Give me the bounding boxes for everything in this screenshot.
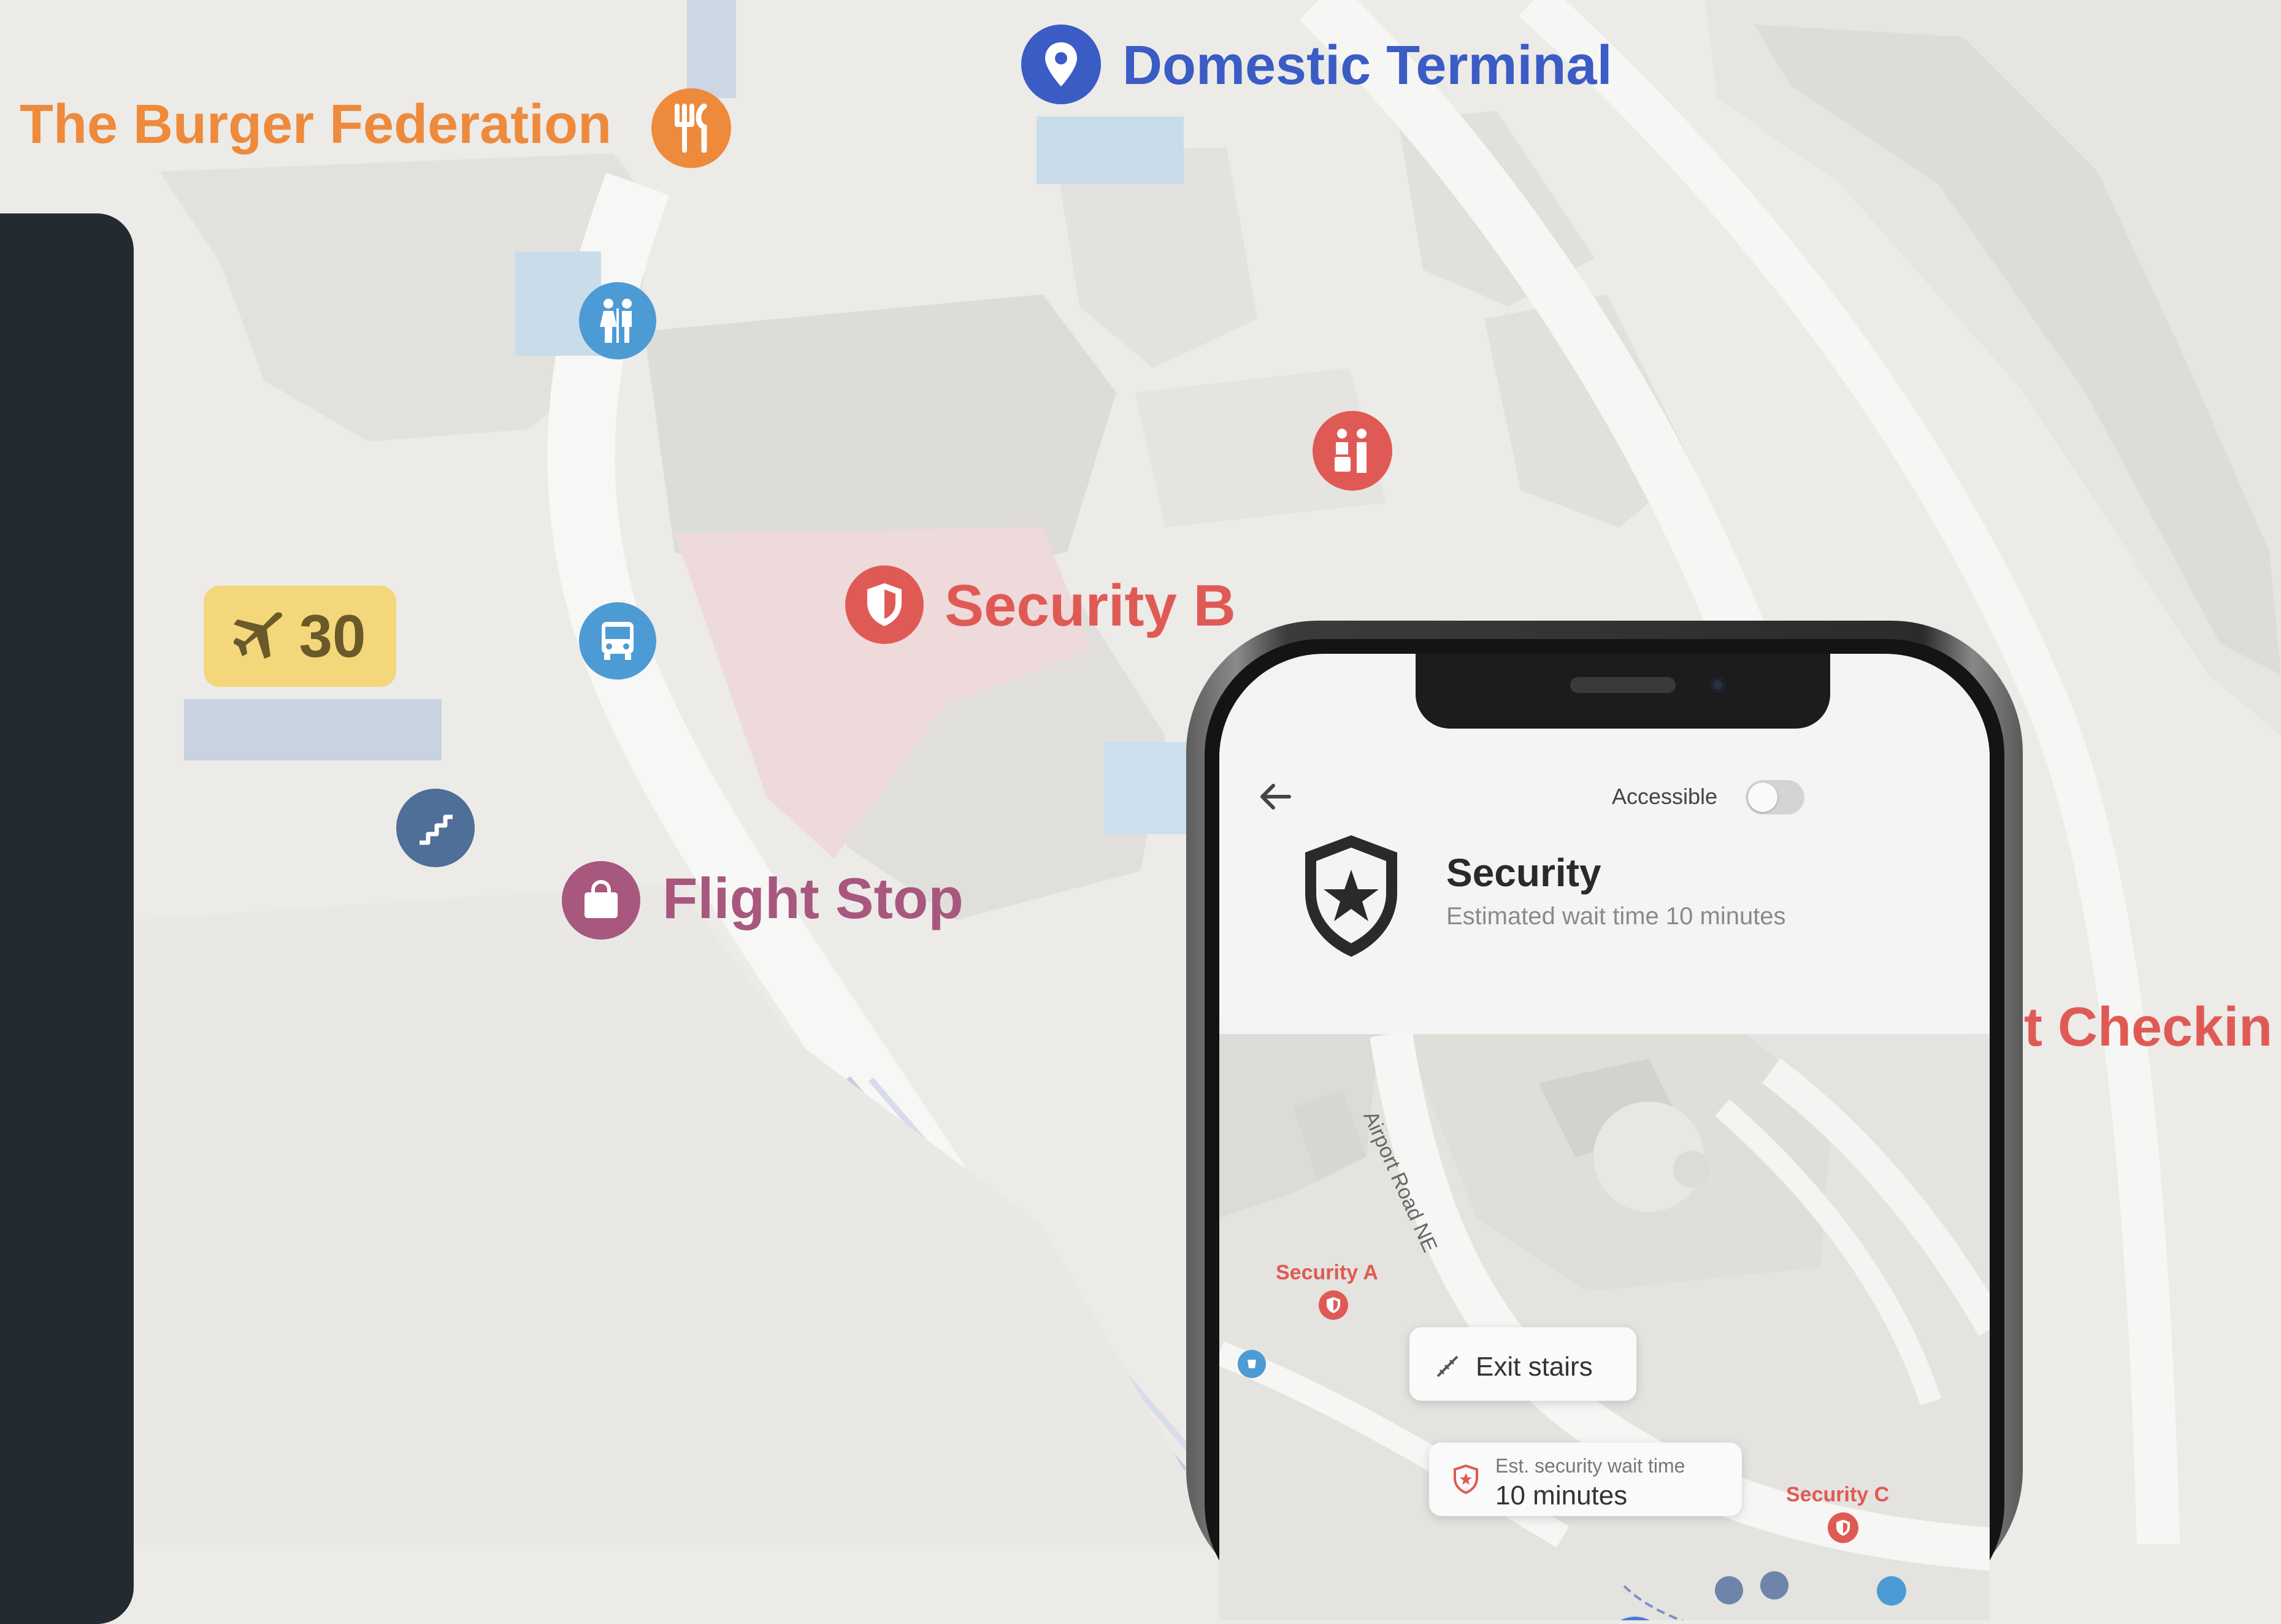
airplane-icon: [234, 611, 283, 659]
accessible-toggle[interactable]: [1746, 780, 1804, 814]
security-title: Security: [1446, 851, 1601, 895]
toggle-knob: [1748, 783, 1777, 812]
wait-time-callout[interactable]: Est. security wait time 10 minutes: [1429, 1442, 1742, 1516]
info-pin-icon[interactable]: [1238, 1350, 1266, 1378]
restroom-pin-icon[interactable]: [1877, 1576, 1906, 1606]
side-panel: [0, 213, 134, 1624]
phone-bezel: Accessible Security Estimated wait time …: [1205, 639, 2004, 1620]
wait-time-value: 10 minutes: [1495, 1480, 1628, 1511]
bus-icon[interactable]: [579, 602, 656, 680]
restroom-icon[interactable]: [579, 282, 656, 359]
security-badge-icon: [1305, 835, 1397, 957]
restaurant-icon[interactable]: [651, 88, 731, 168]
map-label-security-b[interactable]: Security B: [945, 576, 1236, 635]
location-pin-icon[interactable]: [1021, 25, 1101, 104]
map-label-burger-federation[interactable]: The Burger Federation: [20, 97, 611, 152]
exit-stairs-callout[interactable]: Exit stairs: [1409, 1327, 1636, 1401]
phone-mockup: Accessible Security Estimated wait time …: [1186, 621, 2023, 1620]
stairs-icon: [1436, 1355, 1459, 1377]
phone-notch: [1416, 654, 1830, 729]
exit-stairs-label: Exit stairs: [1476, 1352, 1593, 1382]
stairs-icon[interactable]: [396, 789, 475, 867]
map-label-checkin[interactable]: t Checkin: [2024, 1000, 2272, 1055]
security-shield-icon[interactable]: [845, 565, 924, 644]
back-arrow-icon[interactable]: [1257, 781, 1294, 812]
security-wait-subtitle: Estimated wait time 10 minutes: [1446, 903, 1786, 930]
security-c-label[interactable]: Security C: [1786, 1483, 1889, 1507]
security-a-pin[interactable]: [1319, 1290, 1348, 1320]
map-label-domestic-terminal[interactable]: Domestic Terminal: [1122, 38, 1612, 93]
elevator-icon[interactable]: [1715, 1576, 1743, 1604]
accessible-label: Accessible: [1612, 784, 1718, 809]
baggage-icon[interactable]: [1313, 411, 1392, 491]
phone-screen: Accessible Security Estimated wait time …: [1219, 654, 1990, 1620]
gate-badge[interactable]: 30: [204, 586, 396, 687]
security-c-pin[interactable]: [1828, 1512, 1858, 1543]
phone-camera: [1710, 677, 1726, 693]
gate-number: 30: [299, 602, 366, 670]
wait-time-label: Est. security wait time: [1495, 1455, 1685, 1477]
security-card: Accessible Security Estimated wait time …: [1219, 709, 1990, 1034]
phone-speaker: [1570, 677, 1676, 693]
mini-map[interactable]: Airport Road NE Security A Exit stairs E…: [1219, 1034, 1990, 1620]
map-label-flight-stop[interactable]: Flight Stop: [662, 870, 964, 927]
shield-star-icon: [1454, 1465, 1478, 1494]
security-a-label[interactable]: Security A: [1276, 1261, 1378, 1285]
elevator-icon-2[interactable]: [1760, 1571, 1788, 1599]
shopping-bag-icon[interactable]: [562, 861, 640, 940]
